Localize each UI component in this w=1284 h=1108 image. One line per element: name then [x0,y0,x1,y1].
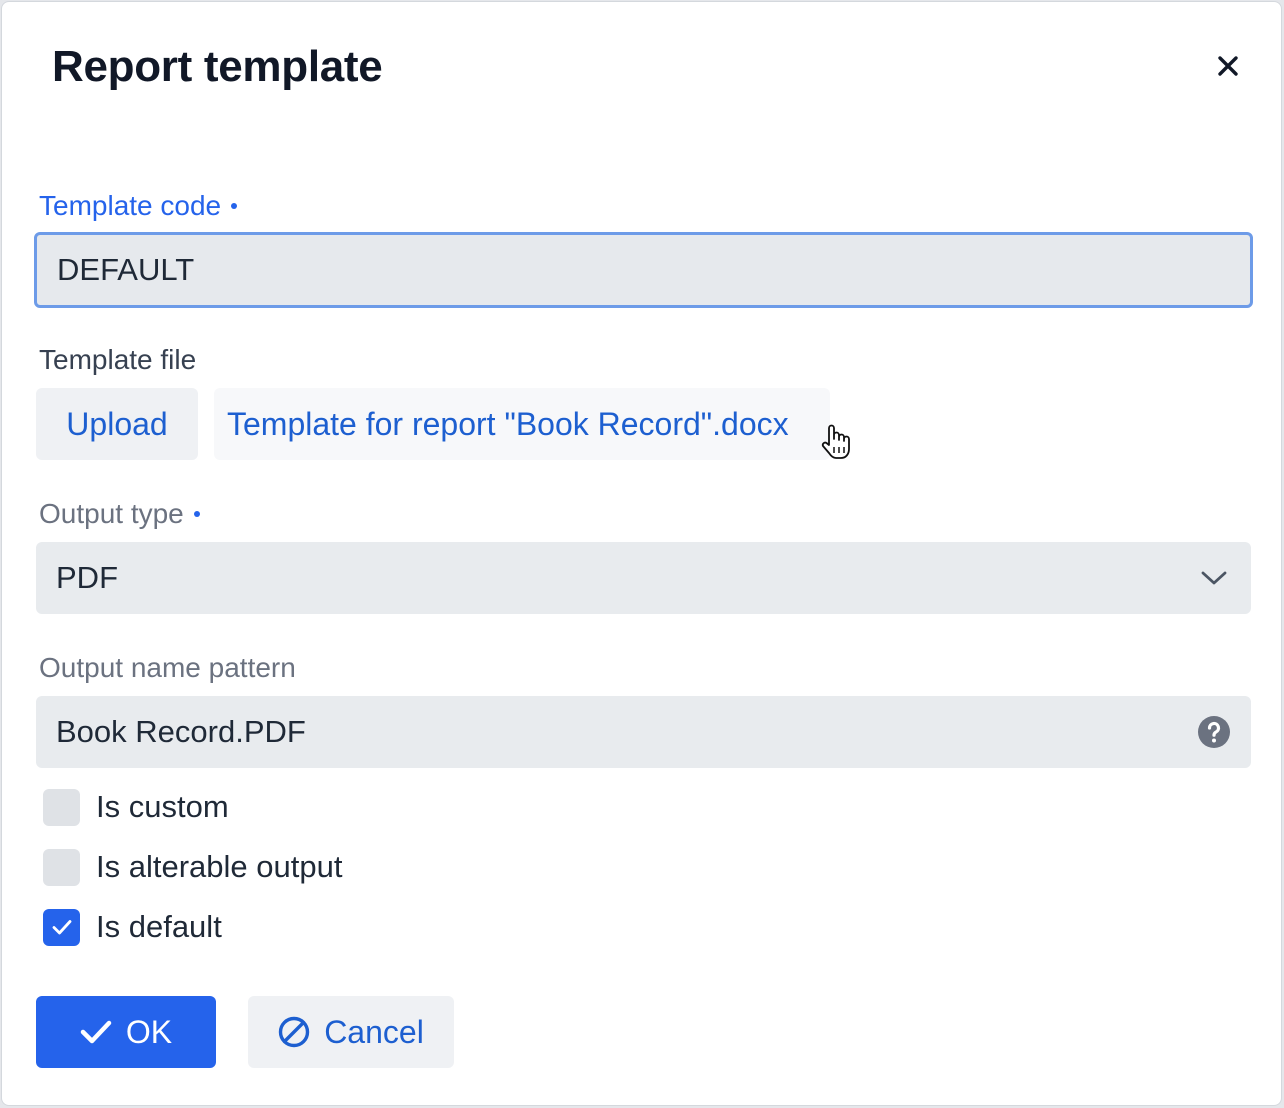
hand-pointer-cursor-icon [821,424,850,459]
output-name-pattern-label: Output name pattern [39,652,296,683]
is-default-checkbox[interactable] [43,908,80,946]
template-code-value: DEFAULT [57,252,195,287]
is-custom-label: Is custom [96,789,229,824]
is-alterable-output-option[interactable]: Is alterable output [43,848,342,886]
template-code-input[interactable]: DEFAULT [34,232,1253,308]
is-alterable-output-label: Is alterable output [96,849,343,884]
close-icon [1218,56,1238,76]
is-default-option[interactable]: Is default [43,908,222,946]
output-type-select[interactable]: PDF [36,542,1251,614]
required-indicator [231,202,238,209]
output-type-label: Output type [39,498,200,530]
ok-button[interactable]: OK [36,996,216,1068]
output-type-value: PDF [56,560,118,595]
template-file-label: Template file [39,344,197,375]
check-icon [80,1020,112,1044]
upload-button[interactable]: Upload [36,388,198,460]
output-name-pattern-input[interactable]: Book Record.PDF [36,696,1251,768]
ok-button-label: OK [125,1013,173,1050]
close-button[interactable] [1206,44,1250,88]
chevron-down-icon [1201,571,1227,585]
is-alterable-output-checkbox[interactable] [43,848,80,886]
output-name-pattern-value: Book Record.PDF [56,714,306,749]
is-custom-option[interactable]: Is custom [43,788,229,826]
is-default-label: Is default [96,909,222,944]
cancel-button-label: Cancel [324,1013,424,1050]
checkmark-icon [52,920,71,935]
dialog-title: Report template [52,42,383,91]
cancel-button[interactable]: Cancel [248,996,454,1068]
is-custom-checkbox[interactable] [43,788,80,826]
ban-icon [278,1016,310,1048]
report-template-dialog: Report template Template code DEFAULT Te… [1,1,1282,1106]
help-button[interactable] [1197,715,1231,749]
required-indicator [193,510,200,517]
help-circle-icon [1198,716,1230,748]
template-code-label: Template code [39,190,238,222]
template-file-link[interactable]: Template for report "Book Record".docx [214,388,830,460]
